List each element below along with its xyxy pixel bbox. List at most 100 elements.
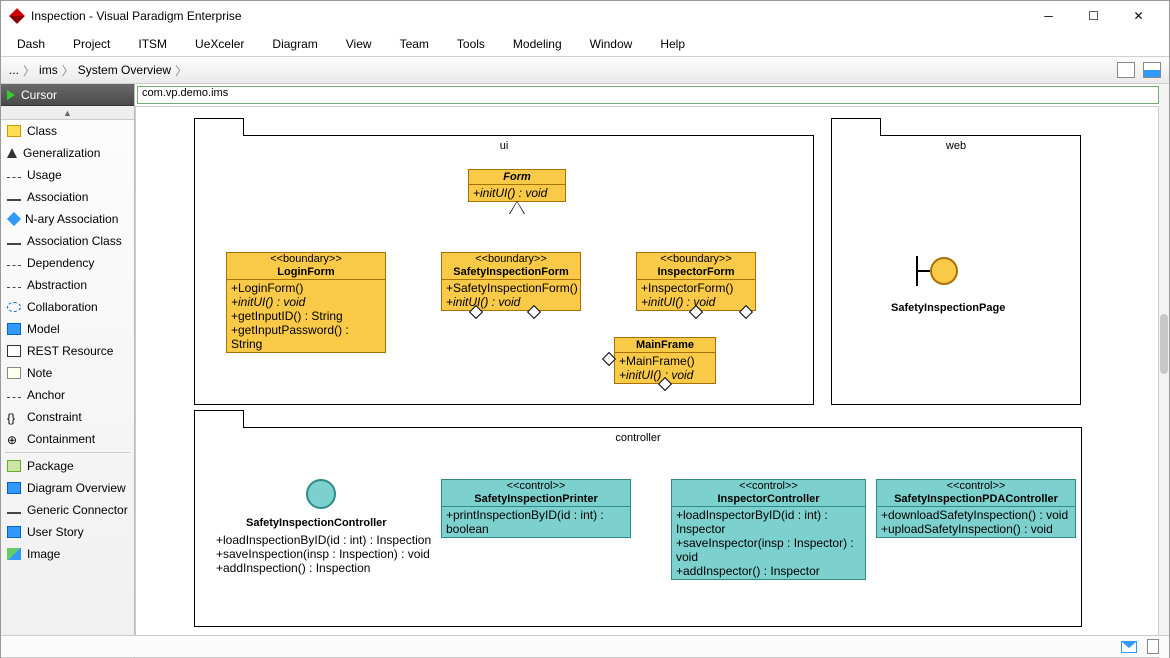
pal-user-story[interactable]: User Story: [1, 521, 134, 543]
titlebar: Inspection - Visual Paradigm Enterprise …: [1, 1, 1169, 31]
rest-icon: [7, 345, 21, 357]
status-bar: [1, 635, 1169, 657]
menubar: Dash Project ITSM UeXceler Diagram View …: [1, 31, 1169, 56]
pal-containment[interactable]: ⊕Containment: [1, 428, 134, 450]
breadcrumb-bar: ... 〉 ims 〉 System Overview 〉: [1, 56, 1169, 84]
package-web-label: web: [832, 140, 1080, 152]
close-button[interactable]: ✕: [1116, 1, 1161, 31]
class-inspectorcontroller[interactable]: <<control>> InspectorController +loadIns…: [671, 479, 866, 580]
cursor-label: Cursor: [21, 88, 57, 102]
scroll-thumb[interactable]: [1160, 314, 1168, 374]
perspective-icon[interactable]: [1143, 62, 1161, 78]
assoc-class-icon: [7, 243, 21, 245]
diagram-canvas[interactable]: ui web controller Form +initUI() : void: [135, 106, 1159, 658]
pal-rest[interactable]: REST Resource: [1, 340, 134, 362]
package-ui-label: ui: [195, 140, 813, 152]
menu-help[interactable]: Help: [660, 37, 685, 51]
pal-generic-conn[interactable]: Generic Connector: [1, 499, 134, 521]
chevron-right-icon: 〉: [62, 62, 74, 79]
package-ui-tab: [194, 118, 244, 136]
package-path-field[interactable]: com.vp.demo.ims: [137, 86, 1159, 104]
pal-constraint[interactable]: {}Constraint: [1, 406, 134, 428]
menu-dash[interactable]: Dash: [17, 37, 45, 51]
menu-tools[interactable]: Tools: [457, 37, 485, 51]
connector: [136, 462, 137, 582]
collapse-handle[interactable]: ▲: [1, 106, 134, 120]
pal-anchor[interactable]: Anchor: [1, 384, 134, 406]
breadcrumb-root[interactable]: ...: [9, 63, 19, 77]
menu-diagram[interactable]: Diagram: [272, 37, 317, 51]
breadcrumb-ims[interactable]: ims: [39, 63, 58, 77]
menu-modeling[interactable]: Modeling: [513, 37, 562, 51]
pal-association[interactable]: Association: [1, 186, 134, 208]
connector: [136, 223, 137, 263]
chevron-right-icon: 〉: [23, 62, 35, 79]
class-inspectorform[interactable]: <<boundary>> InspectorForm +InspectorFor…: [636, 252, 756, 311]
layout-icon[interactable]: [1117, 62, 1135, 78]
pal-usage[interactable]: Usage: [1, 164, 134, 186]
connector: [136, 128, 137, 146]
menu-itsm[interactable]: ITSM: [138, 37, 167, 51]
pal-diagram-ov[interactable]: Diagram Overview: [1, 477, 134, 499]
menu-team[interactable]: Team: [400, 37, 429, 51]
menu-window[interactable]: Window: [590, 37, 633, 51]
package-icon: [7, 460, 21, 472]
connector: [136, 146, 137, 164]
constraint-icon: {}: [7, 411, 21, 423]
dependency-icon: [7, 265, 21, 266]
pal-assoc-class[interactable]: Association Class: [1, 230, 134, 252]
pal-generalization[interactable]: Generalization: [1, 142, 134, 164]
class-safetyinspectionform[interactable]: <<boundary>> SafetyInspectionForm +Safet…: [441, 252, 581, 311]
connector: [136, 321, 166, 322]
label-safetyinspectionpage: SafetyInspectionPage: [891, 302, 1005, 314]
window-title: Inspection - Visual Paradigm Enterprise: [31, 9, 1026, 23]
pal-model[interactable]: Model: [1, 318, 134, 340]
class-safetyinspectionprinter[interactable]: <<control>> SafetyInspectionPrinter +pri…: [441, 479, 631, 538]
diagram-canvas-wrap: com.vp.demo.ims ui web controller Form +…: [135, 84, 1169, 658]
connector: [136, 281, 137, 321]
maximize-button[interactable]: ☐: [1071, 1, 1116, 31]
class-icon: [7, 125, 21, 137]
menu-project[interactable]: Project: [73, 37, 110, 51]
connector: [136, 164, 137, 182]
generalization-arrow-icon: [510, 202, 524, 214]
pal-class[interactable]: Class: [1, 120, 134, 142]
app-logo-icon: [9, 8, 25, 24]
ops-sic: +loadInspectionByID(id : int) : Inspecti…: [216, 533, 431, 575]
menu-view[interactable]: View: [346, 37, 372, 51]
image-icon: [7, 548, 21, 560]
collab-icon: [7, 302, 21, 312]
pal-abstraction[interactable]: Abstraction: [1, 274, 134, 296]
document-icon[interactable]: [1147, 639, 1159, 654]
mail-icon[interactable]: [1121, 641, 1137, 653]
pal-note[interactable]: Note: [1, 362, 134, 384]
containment-icon: ⊕: [7, 433, 21, 445]
vertical-scrollbar[interactable]: [1159, 84, 1169, 658]
class-form-name: Form: [469, 170, 565, 185]
label-sic: SafetyInspectionController: [246, 517, 387, 529]
package-controller-tab: [194, 410, 244, 428]
package-controller-label: controller: [195, 432, 1081, 444]
pal-package[interactable]: Package: [1, 455, 134, 477]
generalization-icon: [7, 148, 17, 158]
package-web-tab: [831, 118, 881, 136]
cursor-tool[interactable]: Cursor: [1, 84, 134, 106]
chevron-right-icon: 〉: [175, 62, 187, 79]
diagram-ov-icon: [7, 482, 21, 494]
pal-nary[interactable]: N-ary Association: [1, 208, 134, 230]
class-form[interactable]: Form +initUI() : void: [468, 169, 566, 202]
tool-palette: Cursor ▲ Class Generalization Usage Asso…: [1, 84, 135, 658]
menu-uexceler[interactable]: UeXceler: [195, 37, 244, 51]
abstraction-icon: [7, 287, 21, 288]
pal-collab[interactable]: Collaboration: [1, 296, 134, 318]
control-safetyinspectioncontroller-icon[interactable]: [306, 479, 336, 509]
minimize-button[interactable]: ─: [1026, 1, 1071, 31]
anchor-icon: [7, 397, 21, 398]
pal-dependency[interactable]: Dependency: [1, 252, 134, 274]
breadcrumb-system-overview[interactable]: System Overview: [78, 63, 171, 77]
usage-icon: [7, 177, 21, 178]
class-loginform[interactable]: <<boundary>> LoginForm +LoginForm() +ini…: [226, 252, 386, 353]
note-icon: [7, 367, 21, 379]
pal-image[interactable]: Image: [1, 543, 134, 565]
class-pdacontroller[interactable]: <<control>> SafetyInspectionPDAControlle…: [876, 479, 1076, 538]
